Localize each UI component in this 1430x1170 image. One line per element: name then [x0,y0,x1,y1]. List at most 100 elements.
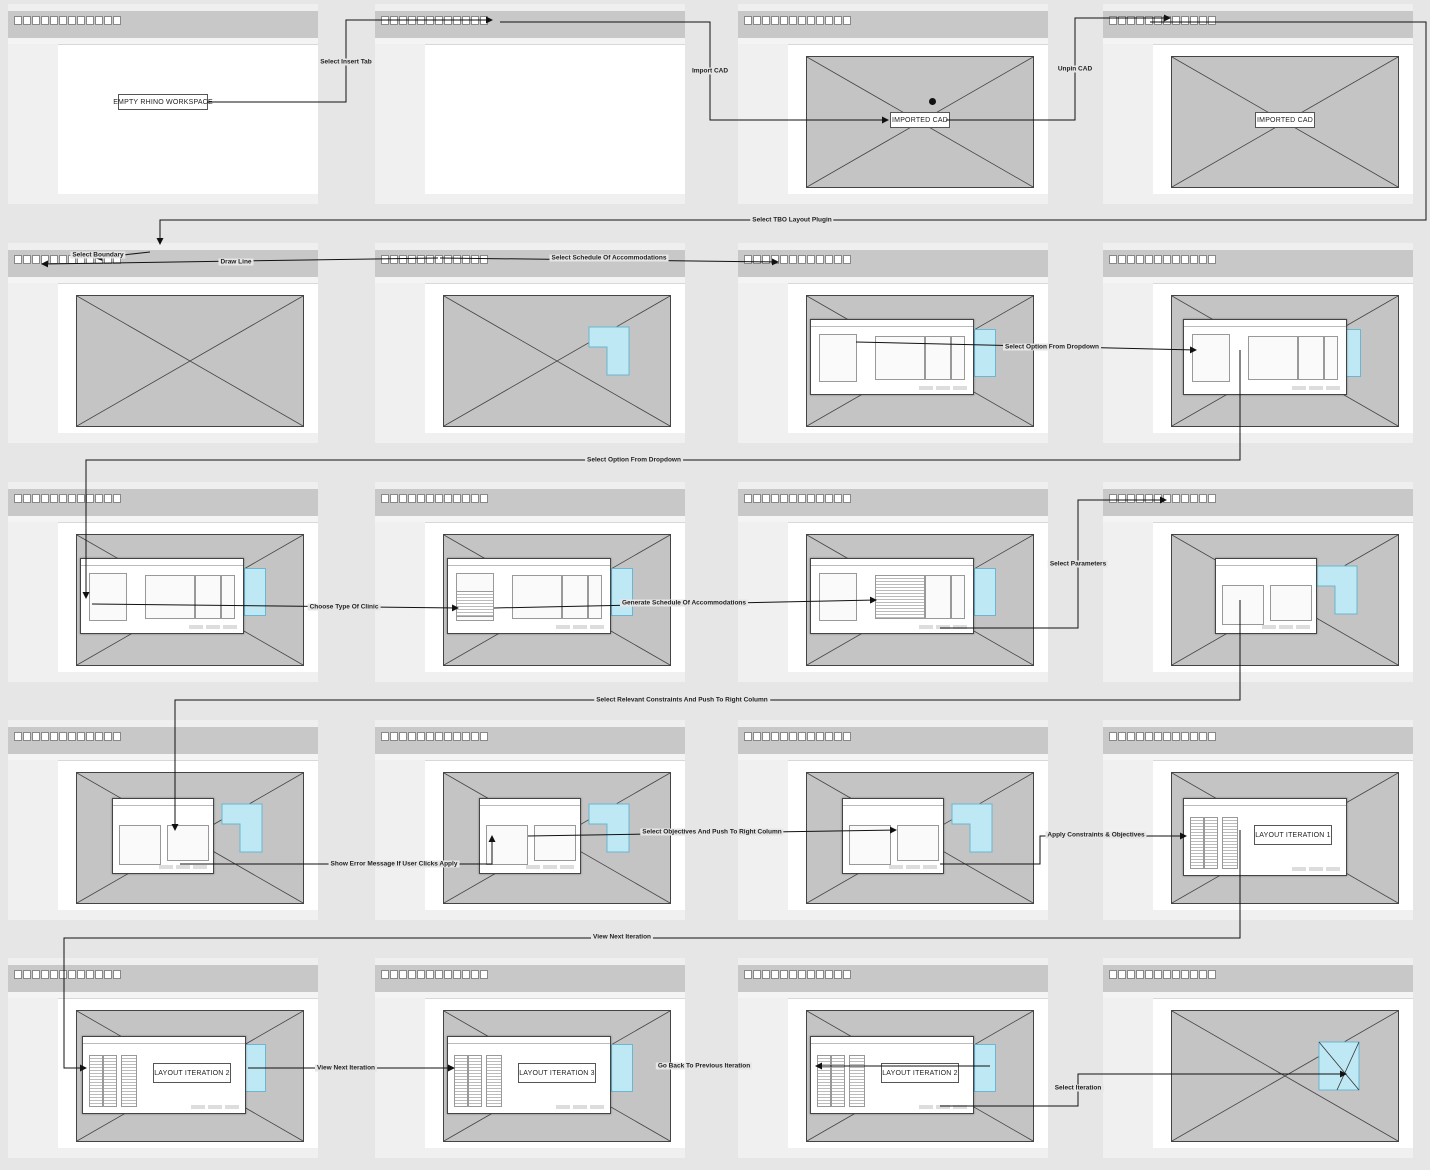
ribbon-button-icon [417,970,425,979]
ribbon-button-icon [41,16,49,25]
cad-placeholder-cross [1172,1011,1398,1141]
left-panel [1103,283,1153,443]
ribbon-button-icon [426,255,434,264]
constraints-right [1270,585,1312,621]
ribbon-button-icon [843,732,851,741]
ribbon-button-icon [1109,732,1117,741]
ribbon-button-icon [399,732,407,741]
boundary-shape [974,568,996,616]
boundary-shape [244,1044,266,1092]
ribbon-button-icon [471,970,479,979]
plugin-dialog [842,798,944,874]
ribbon-button-icon [59,970,67,979]
ribbon-button-icon [408,970,416,979]
ribbon-button-icon [471,732,479,741]
ribbon-button-icon [753,16,761,25]
schedule-table [512,575,562,619]
ribbon-button-icon [426,970,434,979]
ribbon-button-icon [23,970,31,979]
ribbon-button-icon [789,16,797,25]
ribbon-button-icon [381,494,389,503]
ribbon-button-icon [825,732,833,741]
plugin-dialog: LAYOUT ITERATION 3 [447,1036,611,1114]
ribbon-button-icon [1163,255,1171,264]
ribbon-button-icon [1163,970,1171,979]
left-panel [375,998,425,1158]
iteration-list [817,1055,831,1107]
left-panel [375,44,425,204]
ribbon-button-icon [1118,970,1126,979]
ribbon-button-icon [1127,732,1135,741]
dialog-buttons [1292,867,1340,871]
ribbon-button-icon [381,16,389,25]
menu-bar [1103,4,1413,11]
menu-bar [375,243,685,250]
status-bar [1103,194,1413,204]
ribbon-button-icon [1154,16,1162,25]
status-bar [1103,910,1413,920]
boundary-shape [974,329,996,377]
ribbon-button-icon [825,970,833,979]
ribbon-button-icon [1199,970,1207,979]
ribbon-button-icon [789,255,797,264]
ribbon-button-icon [86,732,94,741]
ribbon-button-icon [744,16,752,25]
menu-bar [375,720,685,727]
screen-frame [375,243,685,443]
ribbon-button-icon [41,255,49,264]
ribbon-button-icon [50,255,58,264]
status-bar [738,672,1048,682]
ribbon-button-icon [59,494,67,503]
ribbon-button-icon [744,494,752,503]
plugin-dialog: LAYOUT ITERATION 2 [810,1036,974,1114]
ribbon-button-icon [780,970,788,979]
status-bar [375,433,685,443]
status-bar [8,433,318,443]
screen-frame [1103,243,1413,443]
ribbon-button-icon [1199,16,1207,25]
ribbon-button-icon [104,732,112,741]
menu-bar [8,482,318,489]
boundary-shape [974,1044,996,1092]
menu-bar [375,4,685,11]
ribbon-button-icon [399,970,407,979]
ribbon-button-icon [113,494,121,503]
left-panel [375,283,425,443]
screen-frame [738,720,1048,920]
ribbon-button-icon [95,732,103,741]
ribbon-button-icon [1199,255,1207,264]
screen-frame: LAYOUT ITERATION 1 [1103,720,1413,920]
ribbon-button-icon [816,732,824,741]
dialog-title-bar [811,559,973,566]
ribbon-button-icon [798,494,806,503]
iteration-list [849,1055,865,1107]
menu-bar [1103,720,1413,727]
boundary-shape [1316,565,1358,615]
ribbon-button-icon [435,732,443,741]
ribbon-button-icon [753,494,761,503]
ribbon-button-icon [104,970,112,979]
ribbon-button-icon [50,732,58,741]
ribbon-button-icon [771,732,779,741]
ribbon-button-icon [1172,255,1180,264]
constraints-left [1222,585,1264,625]
ribbon-button-icon [14,970,22,979]
menu-bar [1103,958,1413,965]
plugin-dialog [810,558,974,634]
ribbon-button-icon [86,494,94,503]
ribbon-button-icon [1118,255,1126,264]
ribbon-button-icon [1118,16,1126,25]
ribbon-button-icon [834,494,842,503]
constraints-left [849,825,891,865]
dialog-buttons [1292,386,1340,390]
dialog-title-bar [81,559,243,566]
ribbon-button-icon [816,16,824,25]
ribbon-button-icon [104,494,112,503]
menu-bar [8,4,318,11]
screen-frame [8,720,318,920]
plugin-dialog [447,558,611,634]
area-column [221,575,235,619]
ribbon-button-icon [32,16,40,25]
ribbon-button-icon [762,970,770,979]
iteration-list [89,1055,103,1107]
